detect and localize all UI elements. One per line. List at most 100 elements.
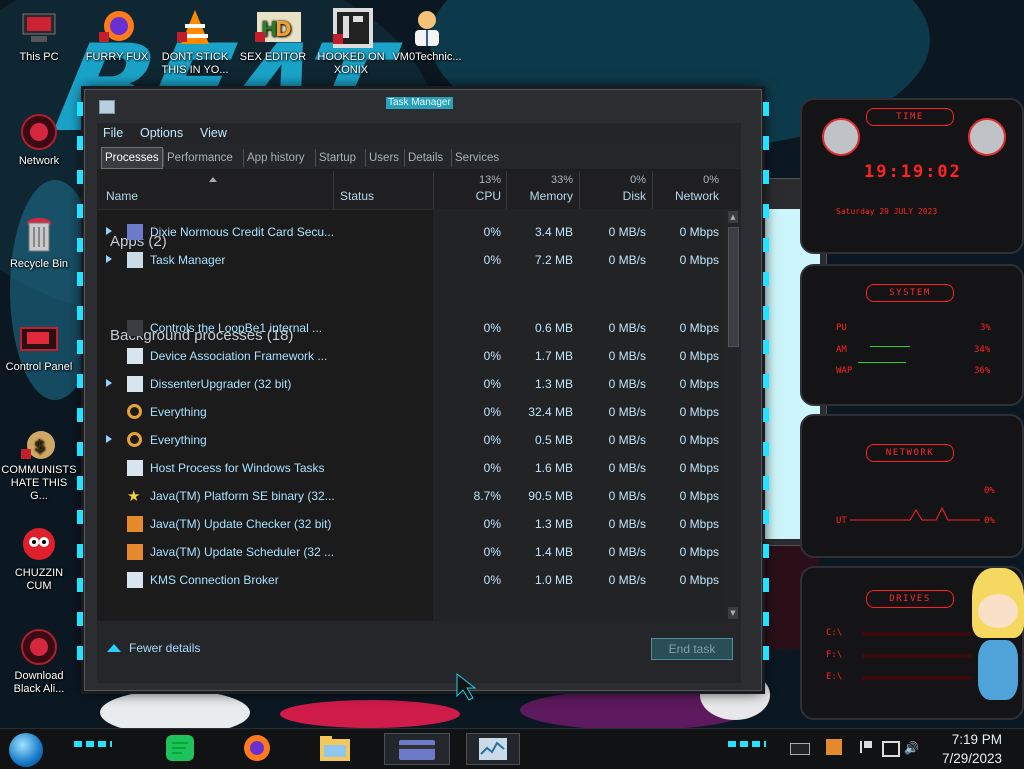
- table-row[interactable]: Java(TM) Update Scheduler (32 ... 0% 1.4 M…: [97, 539, 725, 567]
- java-icon: [127, 544, 143, 560]
- scrollbar-thumb[interactable]: [728, 227, 739, 347]
- process-memory: 0.6 MB: [534, 321, 573, 335]
- table-row[interactable]: KMS Connection Broker 0% 1.0 MB 0 MB/s 0 Mbp…: [97, 567, 725, 595]
- title-bar[interactable]: Task Manager: [85, 90, 761, 114]
- process-name: Device Association Framework ...: [150, 349, 328, 363]
- tab-app-history[interactable]: App history: [243, 149, 308, 167]
- alien-head-icon: [968, 118, 1006, 156]
- expand-chevron-icon[interactable]: [106, 227, 112, 235]
- desktop-icon-communists[interactable]: $ COMMUNISTS HATE THIS G...: [1, 421, 77, 503]
- desktop-icon-chuzzin[interactable]: CHUZZIN CUM: [1, 524, 77, 593]
- start-button[interactable]: [9, 733, 43, 767]
- desktop-icon-download-black[interactable]: Download Black Ali...: [1, 627, 77, 696]
- expand-chevron-icon[interactable]: [106, 379, 112, 387]
- desktop-icon-label: HOOKED ON XONIX: [317, 51, 385, 76]
- menu-file[interactable]: File: [103, 126, 123, 140]
- desktop-icon-hooked-on-xonix[interactable]: HOOKED ON XONIX: [313, 8, 389, 77]
- java-tray-icon[interactable]: [826, 739, 842, 755]
- desktop-icon-this-pc[interactable]: This PC: [1, 8, 77, 64]
- process-cpu: 0%: [483, 225, 501, 239]
- network-tray-icon[interactable]: [882, 741, 900, 757]
- process-cpu: 0%: [483, 405, 501, 419]
- vertical-scrollbar[interactable]: ▲ ▼: [725, 209, 741, 621]
- control-panel-icon: [19, 318, 59, 358]
- tab-users[interactable]: Users: [365, 149, 402, 167]
- date-display: Saturday 29 JULY 2023: [836, 207, 938, 216]
- task-manager-window[interactable]: Task Manager File Options View Processes…: [77, 89, 769, 691]
- process-disk: 0 MB/s: [608, 225, 646, 239]
- scroll-down-arrow[interactable]: ▼: [728, 607, 738, 619]
- column-header-disk[interactable]: Disk: [587, 189, 646, 203]
- table-row[interactable]: Device Association Framework ... 0% 1.7 MB…: [97, 343, 725, 371]
- desktop-icon-label: SEX EDITOR: [239, 51, 307, 63]
- table-row[interactable]: Everything 0% 32.4 MB 0 MB/s 0 Mbps: [97, 399, 725, 427]
- desktop-icon-label: This PC: [19, 51, 59, 63]
- tray-date: 7/29/2023: [941, 751, 1002, 766]
- tab-performance[interactable]: Performance: [163, 149, 236, 167]
- process-disk: 0 MB/s: [608, 253, 646, 267]
- end-task-button[interactable]: End task: [651, 638, 733, 660]
- volume-icon[interactable]: 🔊: [904, 741, 919, 755]
- table-row[interactable]: DissenterUpgrader (32 bit) 0% 1.3 MB 0 MB/s…: [97, 371, 725, 399]
- process-network: 0 Mbps: [679, 517, 719, 531]
- tray-clock[interactable]: 7:19 PM 7/29/2023: [942, 730, 1002, 768]
- tab-details[interactable]: Details: [404, 149, 446, 167]
- flag-icon[interactable]: [860, 741, 872, 753]
- column-header-name[interactable]: Name: [106, 189, 138, 203]
- cartoon-character-sticker: [964, 568, 1024, 708]
- taskbar-credit-card-app[interactable]: [384, 733, 450, 765]
- taskmanager-icon: [127, 252, 143, 268]
- firefox-icon: [97, 8, 137, 48]
- desktop-icon-dont-stick[interactable]: DONT STICK THIS IN YO...: [157, 8, 233, 77]
- table-row[interactable]: Java(TM) Update Checker (32 bit) 0% 1.3 MB…: [97, 511, 725, 539]
- table-row[interactable]: Controls the LoopBe1 internal ... 0% 0.6 M…: [97, 315, 725, 343]
- desktop-icon-sex-editor[interactable]: HD SEX EDITOR: [235, 8, 311, 64]
- desktop-icon-label: Download Black Ali...: [13, 670, 65, 695]
- java-star-icon: ★: [127, 487, 141, 505]
- process-name: KMS Connection Broker: [150, 573, 279, 587]
- column-header-memory[interactable]: Memory: [517, 189, 573, 203]
- column-header-status[interactable]: Status: [340, 189, 374, 203]
- column-header-network[interactable]: Network: [657, 189, 719, 203]
- net-in-value: 0%: [984, 486, 995, 496]
- process-name: DissenterUpgrader (32 bit): [150, 377, 292, 391]
- desktop-icon-recycle-bin[interactable]: Recycle Bin: [1, 215, 77, 271]
- tab-startup[interactable]: Startup: [315, 149, 359, 167]
- fewer-details-button[interactable]: Fewer details: [107, 641, 200, 655]
- process-network: 0 Mbps: [679, 405, 719, 419]
- column-header-cpu[interactable]: CPU: [467, 189, 501, 203]
- menu-options[interactable]: Options: [140, 126, 183, 140]
- table-row[interactable]: Host Process for Windows Tasks 0% 1.6 MB 0 …: [97, 455, 725, 483]
- tab-services[interactable]: Services: [451, 149, 502, 167]
- desktop-icon-furry-fux[interactable]: FURRY FUX: [79, 8, 155, 64]
- window-icon: [127, 348, 143, 364]
- taskbar-notes-app[interactable]: [164, 733, 198, 763]
- process-memory: 1.3 MB: [534, 517, 573, 531]
- table-row[interactable]: Everything 0% 0.5 MB 0 MB/s 0 Mbps: [97, 427, 725, 455]
- ram-value: 34%: [974, 345, 991, 355]
- table-row[interactable]: Dixie Normous Credit Card Secu... 0% 3.4 M…: [97, 219, 725, 247]
- process-network: 0 Mbps: [679, 433, 719, 447]
- network-widget: NETWORK 0% UT 0%: [800, 414, 1024, 558]
- expand-chevron-icon[interactable]: [106, 435, 112, 443]
- desktop-icon-control-panel[interactable]: Control Panel: [1, 318, 77, 374]
- taskbar-firefox[interactable]: [240, 733, 274, 763]
- tab-processes[interactable]: Processes: [101, 147, 163, 169]
- desktop-icon-network[interactable]: Network: [1, 112, 77, 168]
- process-network: 0 Mbps: [679, 253, 719, 267]
- loopbe-icon: [127, 320, 143, 336]
- desktop-icon-vm0technic[interactable]: VM0Technic...: [389, 8, 465, 64]
- desktop-icon-label: Network: [18, 155, 60, 167]
- table-row[interactable]: Task Manager 0% 7.2 MB 0 MB/s 0 Mbps: [97, 247, 725, 275]
- taskbar-file-explorer[interactable]: [318, 733, 352, 763]
- table-row[interactable]: ★ Java(TM) Platform SE binary (32... 8.7% 9…: [97, 483, 725, 511]
- process-table: Name Status 13% CPU 33% Memory 0% Disk 0…: [97, 171, 741, 621]
- taskbar-task-manager[interactable]: [466, 733, 520, 765]
- process-name: Host Process for Windows Tasks: [150, 461, 325, 475]
- process-memory: 3.4 MB: [534, 225, 573, 239]
- process-disk: 0 MB/s: [608, 405, 646, 419]
- keyboard-icon[interactable]: [790, 743, 810, 755]
- expand-chevron-icon[interactable]: [106, 255, 112, 263]
- menu-view[interactable]: View: [200, 126, 227, 140]
- scroll-up-arrow[interactable]: ▲: [728, 211, 738, 223]
